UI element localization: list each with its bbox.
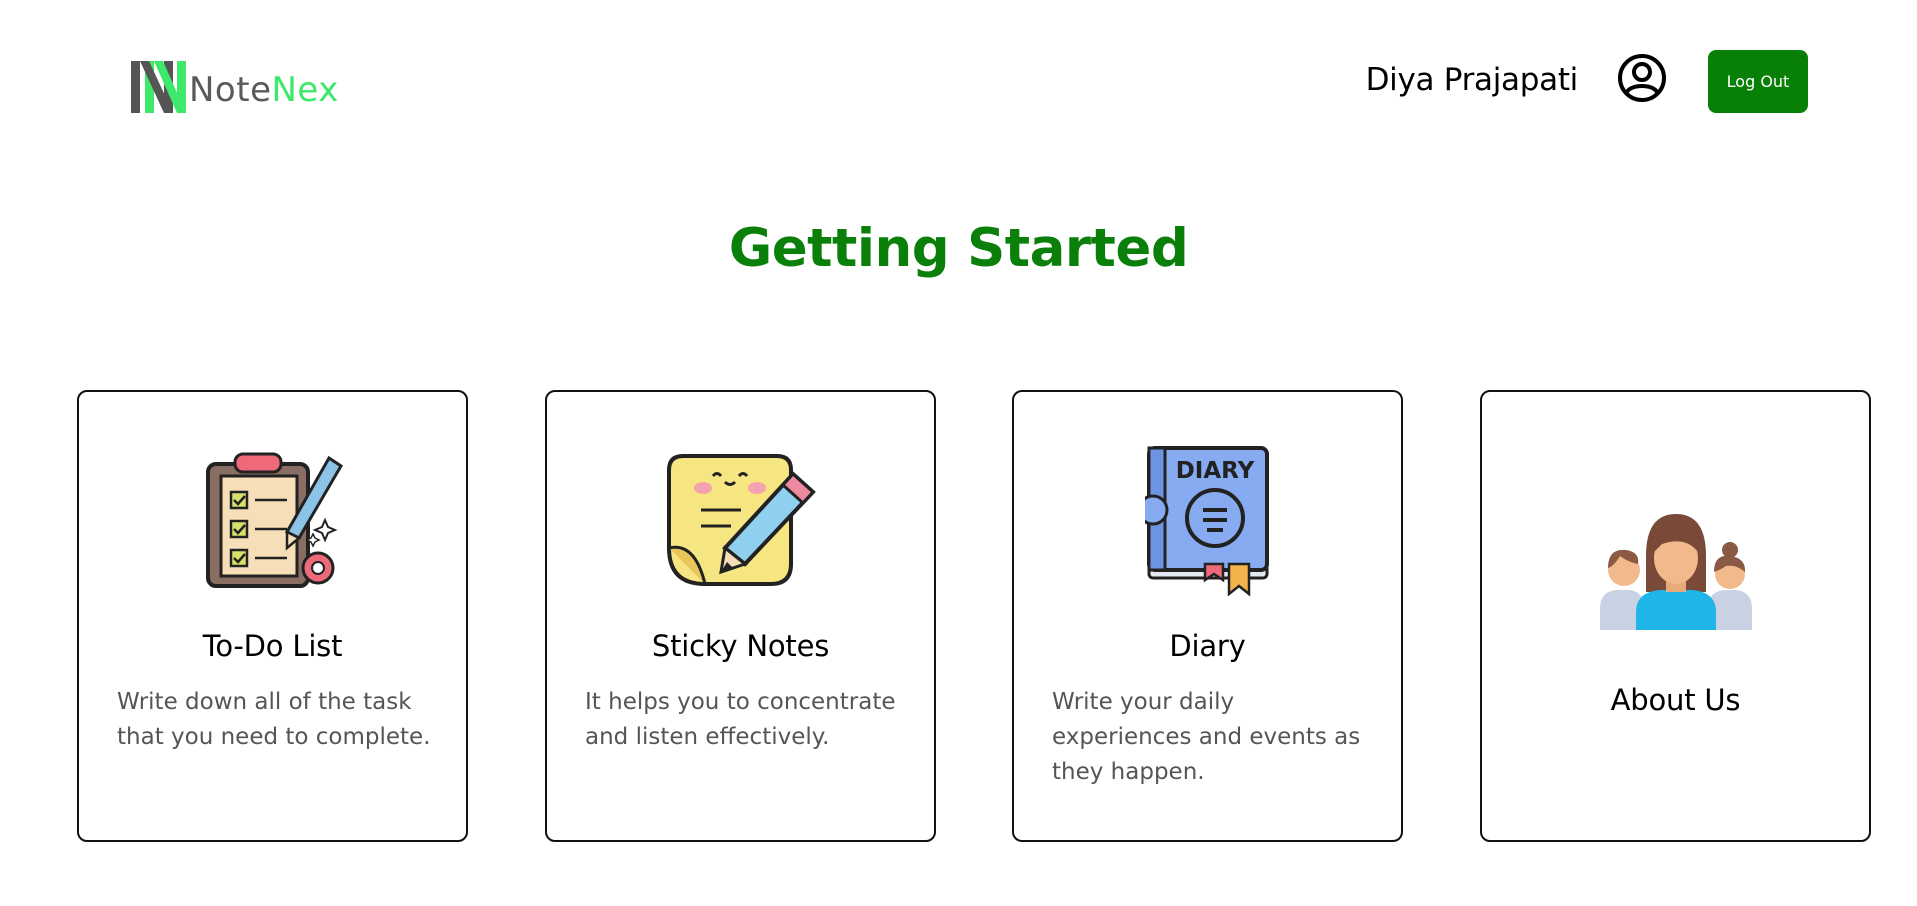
- card-sticky-notes[interactable]: Sticky Notes It helps you to concentrate…: [545, 390, 936, 842]
- user-name: Diya Prajapati: [1365, 62, 1579, 98]
- card-title: About Us: [1610, 683, 1741, 717]
- card-title: Sticky Notes: [651, 629, 830, 663]
- page: NoteNex Diya Prajapati Log Out Getting S…: [0, 0, 1917, 906]
- notenex-logo-icon: [131, 61, 186, 113]
- notenex-logo[interactable]: NoteNex: [131, 61, 339, 113]
- people-group-icon: [1599, 514, 1752, 630]
- card-description: Write down all of the task that you need…: [117, 689, 431, 750]
- clipboard-checklist-icon: [205, 452, 343, 588]
- svg-text:DIARY: DIARY: [1175, 458, 1254, 484]
- card-description: Write your daily experiences and events …: [1052, 689, 1361, 785]
- card-about-us[interactable]: About Us: [1480, 390, 1871, 842]
- logout-button[interactable]: Log Out: [1708, 50, 1808, 113]
- sticky-note-pencil-icon: [666, 454, 816, 586]
- user-profile-icon[interactable]: [1617, 53, 1667, 103]
- logo-text: NoteNex: [189, 70, 339, 110]
- card-description: It helps you to concentrate and listen e…: [585, 689, 896, 750]
- card-diary[interactable]: DIARY Diary Write your daily experiences…: [1012, 390, 1403, 842]
- card-title: Diary: [1169, 629, 1246, 663]
- page-title: Getting Started: [728, 218, 1189, 279]
- card-todo-list[interactable]: To-Do List Write down all of the task th…: [77, 390, 468, 842]
- diary-book-icon: DIARY: [1144, 446, 1269, 596]
- card-title: To-Do List: [202, 629, 343, 663]
